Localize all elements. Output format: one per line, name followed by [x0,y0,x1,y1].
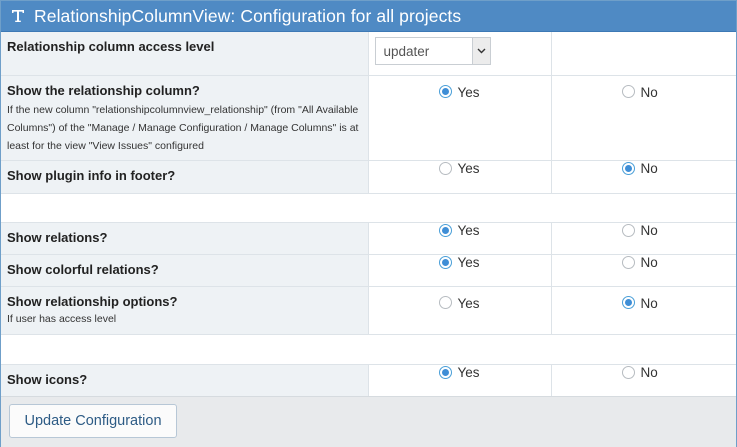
config-row-show-relationship-column: Show the relationship column? If the new… [1,75,737,161]
radio-no[interactable] [621,84,635,98]
radio-no-label: No [640,364,658,380]
yes-option-cell: Yes [368,364,551,397]
radio-no-label: No [640,295,658,311]
radio-yes-label: Yes [457,295,480,311]
config-panel: RelationshipColumnView: Configuration fo… [0,0,737,447]
row-label: Show relationship options? [7,293,178,309]
no-option-cell: No [550,286,737,335]
config-row-show-relations: Show relations? Yes No [1,222,737,255]
radio-no[interactable] [621,365,635,379]
update-configuration-button[interactable]: Update Configuration [9,404,177,438]
no-option[interactable]: No [552,365,737,380]
radio-no[interactable] [621,255,635,269]
yes-option-cell: Yes [368,254,551,287]
radio-yes[interactable] [438,161,452,175]
radio-yes[interactable] [438,295,452,309]
radio-yes-label: Yes [457,254,480,270]
yes-option-cell: Yes [368,75,551,161]
radio-yes-checked[interactable] [438,255,452,269]
radio-no-label: No [640,160,658,176]
row-label-cell: Show the relationship column? If the new… [1,75,369,161]
radio-no-checked[interactable] [621,161,635,175]
radio-yes-checked[interactable] [438,365,452,379]
panel-footer: Update Configuration [1,396,736,447]
radio-no-label: No [640,222,658,238]
spacer-row [1,193,736,223]
radio-no[interactable] [621,223,635,237]
yes-option[interactable]: Yes [369,76,551,100]
row-label-cell: Show relations? [1,222,369,255]
row-label: Relationship column access level [7,39,215,54]
no-option[interactable]: No [552,255,737,270]
no-option-cell: No [550,254,737,287]
panel-title: RelationshipColumnView: Configuration fo… [34,5,462,26]
yes-option[interactable]: Yes [369,287,551,311]
config-table: Relationship column access level updater… [1,32,736,397]
no-option[interactable]: No [552,223,737,238]
chevron-down-icon[interactable] [471,38,490,64]
radio-no-label: No [640,254,658,270]
config-row-show-relationship-options: Show relationship options? If user has a… [1,286,737,335]
config-row-show-icons: Show icons? Yes No [1,364,737,397]
row-label-cell: Show colorful relations? [1,254,369,287]
radio-yes-label: Yes [457,222,480,238]
select-cell: updater [368,32,551,76]
row-label-cell: Show plugin info in footer? [1,160,369,194]
no-option-cell: No [550,364,737,397]
yes-option-cell: Yes [368,286,551,335]
row-label: Show plugin info in footer? [7,167,176,183]
radio-yes-label: Yes [457,364,480,380]
yes-option[interactable]: Yes [369,365,551,380]
radio-yes-checked[interactable] [438,84,452,98]
radio-yes-label: Yes [457,84,480,100]
panel-header: RelationshipColumnView: Configuration fo… [1,1,736,32]
row-label-cell: Show icons? [1,364,369,397]
radio-no-label: No [640,84,658,100]
yes-option-cell: Yes [368,160,551,194]
no-option-cell: No [550,222,737,255]
config-row-show-plugin-info: Show plugin info in footer? Yes No [1,160,737,194]
no-option[interactable]: No [552,76,737,100]
row-label-cell: Relationship column access level [1,32,369,76]
radio-yes-checked[interactable] [438,223,452,237]
row-label: Show relations? [7,229,108,245]
config-row-show-colorful-relations: Show colorful relations? Yes No [1,254,737,287]
config-row-access-level: Relationship column access level updater [1,32,736,76]
select-value: updater [383,43,430,59]
no-option-cell: No [550,160,737,194]
row-label: Show the relationship column? [7,82,200,98]
yes-option[interactable]: Yes [369,161,551,176]
radio-yes-label: Yes [457,160,480,176]
no-option[interactable]: No [552,287,737,311]
yes-option-cell: Yes [368,222,551,255]
row-description: If the new column "relationshipcolumnvie… [7,103,359,152]
yes-option[interactable]: Yes [369,223,551,238]
access-level-select[interactable]: updater [374,37,491,65]
row-label: Show colorful relations? [7,261,159,277]
no-option[interactable]: No [552,161,737,176]
empty-cell [550,32,736,76]
text-icon [10,8,26,24]
row-label-cell: Show relationship options? If user has a… [1,286,369,335]
spacer-row [1,334,736,365]
row-label: Show icons? [7,371,88,387]
radio-no-checked[interactable] [621,295,635,309]
row-description: If user has access level [7,312,117,325]
yes-option[interactable]: Yes [369,255,551,270]
no-option-cell: No [550,75,737,161]
